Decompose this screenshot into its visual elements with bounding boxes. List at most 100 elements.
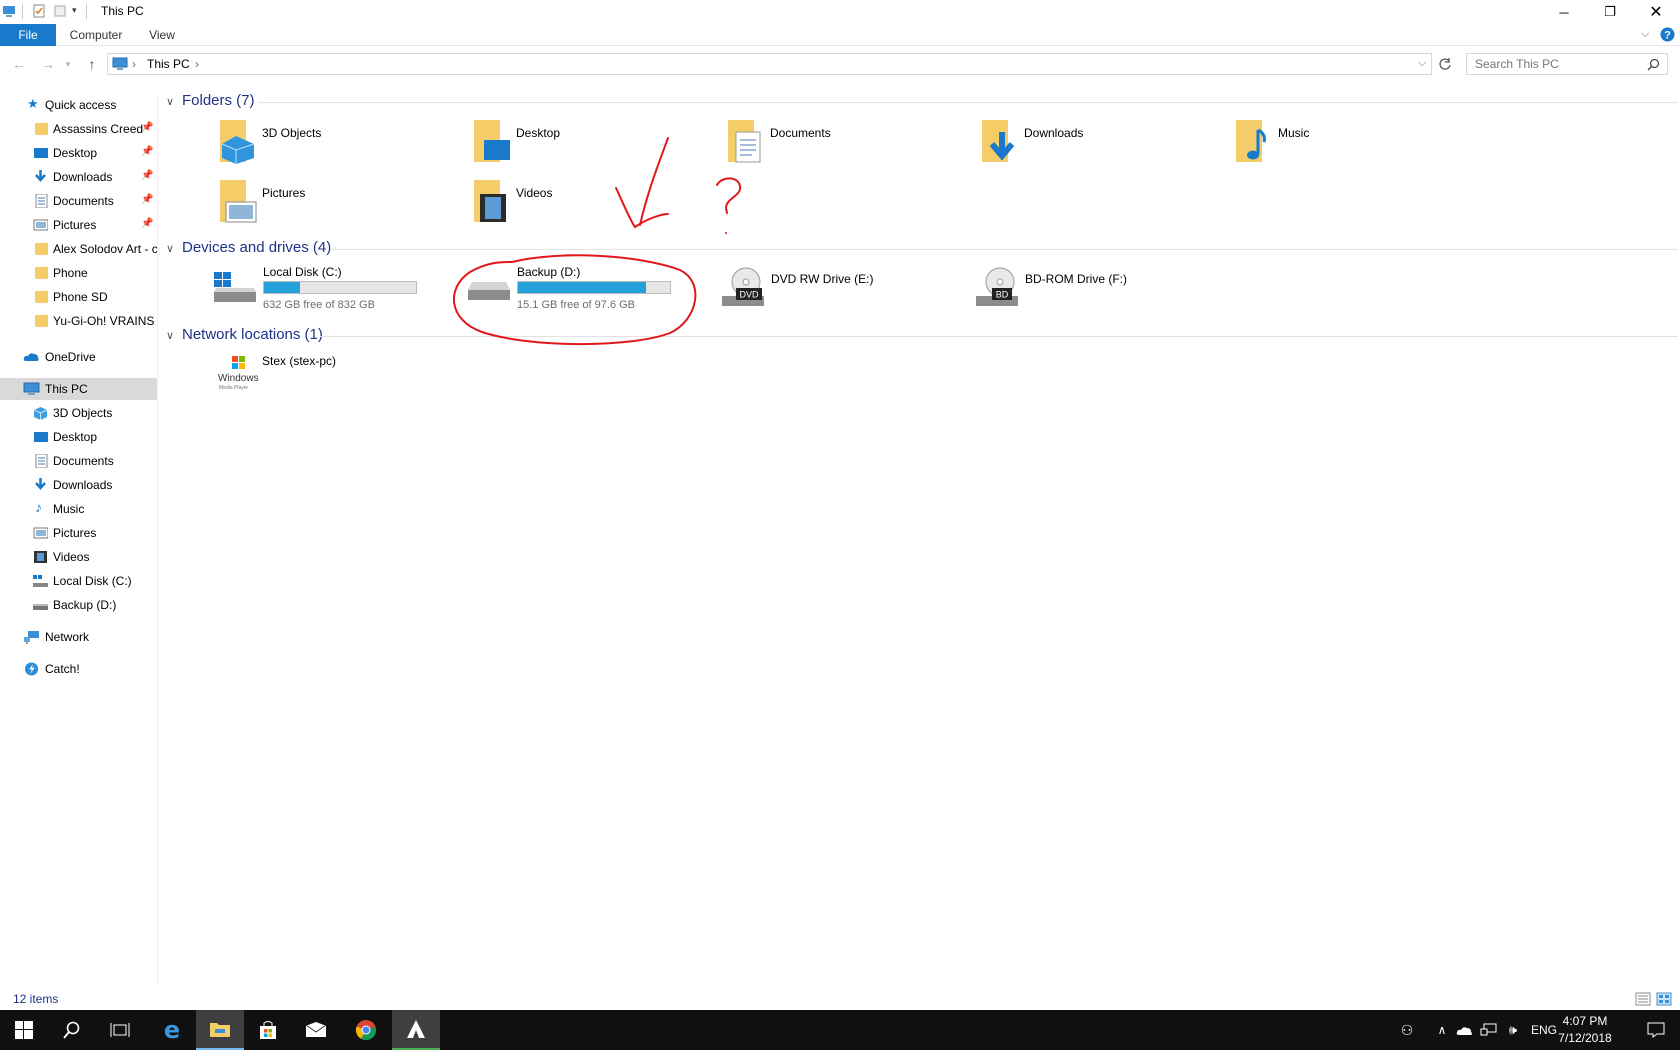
- network-tile-stex[interactable]: Windows Media Player Stex (stex-pc): [216, 354, 456, 406]
- nav-pc-desktop[interactable]: Desktop: [0, 426, 158, 448]
- nav-pc-pictures[interactable]: Pictures: [0, 522, 158, 544]
- folder-tile-3d-objects[interactable]: 3D Objects: [216, 118, 456, 170]
- address-dropdown-icon[interactable]: ⌵: [1418, 57, 1426, 70]
- nav-quick-item-documents[interactable]: Documents 📌: [0, 190, 158, 212]
- clock[interactable]: 4:07 PM 7/12/2018: [1549, 1013, 1621, 1047]
- minimize-button[interactable]: ─: [1541, 0, 1587, 24]
- close-button[interactable]: ✕: [1633, 0, 1679, 24]
- nav-pc-downloads[interactable]: Downloads: [0, 474, 158, 496]
- pin-icon[interactable]: 📌: [141, 218, 153, 229]
- bd-drive-icon: BD: [976, 267, 1018, 306]
- show-hidden-icons-button[interactable]: ∧: [1432, 1010, 1452, 1050]
- store-button[interactable]: [244, 1010, 292, 1050]
- breadcrumb-separator[interactable]: ›: [132, 57, 136, 71]
- section-divider: [330, 249, 1678, 250]
- expand-ribbon-icon[interactable]: ⌵: [1641, 28, 1649, 41]
- new-folder-icon[interactable]: [53, 4, 67, 18]
- back-button[interactable]: ←: [9, 54, 29, 74]
- nav-quick-item-yugioh[interactable]: Yu-Gi-Oh! VRAINS: [0, 310, 158, 332]
- details-view-icon[interactable]: [1635, 992, 1651, 1006]
- search-button[interactable]: [48, 1010, 96, 1050]
- chevron-down-icon: ∨: [166, 330, 175, 342]
- search-input[interactable]: [1467, 54, 1637, 74]
- pin-icon[interactable]: 📌: [141, 170, 153, 181]
- folder-tile-pictures[interactable]: Pictures: [216, 178, 456, 230]
- start-button[interactable]: [0, 1010, 48, 1050]
- nav-quick-item-phone-sd[interactable]: Phone SD: [0, 286, 158, 308]
- mail-button[interactable]: [292, 1010, 340, 1050]
- breadcrumb-separator[interactable]: ›: [195, 57, 199, 71]
- breadcrumb-this-pc[interactable]: This PC: [147, 57, 190, 71]
- tab-computer[interactable]: Computer: [62, 24, 130, 46]
- search-box[interactable]: [1466, 53, 1668, 75]
- nav-catch[interactable]: Catch!: [0, 658, 158, 680]
- this-pc-icon: [112, 57, 128, 70]
- folder-tile-videos[interactable]: Videos: [470, 178, 710, 230]
- large-icons-view-icon[interactable]: [1656, 992, 1672, 1006]
- section-header-devices[interactable]: ∨ Devices and drives (4): [166, 239, 331, 256]
- folder-tile-documents[interactable]: Documents: [724, 118, 964, 170]
- nav-this-pc[interactable]: This PC: [0, 378, 158, 400]
- nav-quick-item-phone[interactable]: Phone: [0, 262, 158, 284]
- network-tray-button[interactable]: [1478, 1010, 1500, 1050]
- section-header-folders[interactable]: ∨ Folders (7): [166, 92, 255, 109]
- edge-button[interactable]: e: [148, 1010, 196, 1050]
- nav-label: Catch!: [45, 662, 80, 676]
- address-bar[interactable]: › This PC › ⌵: [107, 53, 1432, 75]
- customize-quick-access-icon[interactable]: ▾: [72, 5, 77, 16]
- nav-label: Phone SD: [53, 290, 108, 304]
- nav-pc-backup[interactable]: Backup (D:): [0, 594, 158, 616]
- folder-tile-downloads[interactable]: Downloads: [978, 118, 1218, 170]
- folder-tile-desktop[interactable]: Desktop: [470, 118, 710, 170]
- onedrive-tray-button[interactable]: [1454, 1010, 1476, 1050]
- nav-pc-local-disk[interactable]: Local Disk (C:): [0, 570, 158, 592]
- drive-tile-backup-d[interactable]: Backup (D:) 15.1 GB free of 97.6 GB: [466, 265, 716, 318]
- nav-quick-item-downloads[interactable]: Downloads 📌: [0, 166, 158, 188]
- search-icon[interactable]: [1647, 58, 1660, 71]
- nav-label: Local Disk (C:): [53, 574, 132, 588]
- download-arrow-icon: [35, 170, 46, 182]
- properties-icon[interactable]: [32, 4, 46, 18]
- people-button[interactable]: ⚇: [1396, 1010, 1418, 1050]
- section-header-network[interactable]: ∨ Network locations (1): [166, 326, 323, 343]
- windows-logo-icon: [15, 1021, 33, 1039]
- nav-quick-item-desktop[interactable]: Desktop 📌: [0, 142, 158, 164]
- assassins-creed-button[interactable]: [392, 1010, 440, 1050]
- drive-tile-local-disk-c[interactable]: Local Disk (C:) 632 GB free of 832 GB: [212, 265, 462, 318]
- file-explorer-button[interactable]: [196, 1010, 244, 1050]
- nav-network[interactable]: Network: [0, 626, 158, 648]
- nav-onedrive[interactable]: OneDrive: [0, 346, 158, 368]
- action-center-button[interactable]: [1636, 1010, 1676, 1050]
- pin-icon[interactable]: 📌: [141, 146, 153, 157]
- pin-icon[interactable]: 📌: [141, 194, 153, 205]
- chrome-button[interactable]: [342, 1010, 390, 1050]
- drive-tile-dvd-rw-e[interactable]: DVD DVD RW Drive (E:): [720, 266, 970, 318]
- up-button[interactable]: ↑: [82, 54, 102, 74]
- nav-quick-access[interactable]: ★ Quick access: [0, 94, 158, 116]
- volume-button[interactable]: 🕪: [1502, 1010, 1524, 1050]
- nav-pc-3d-objects[interactable]: 3D Objects: [0, 402, 158, 424]
- videos-folder-icon: [474, 180, 506, 222]
- task-view-button[interactable]: [96, 1010, 144, 1050]
- nav-pc-documents[interactable]: Documents: [0, 450, 158, 472]
- nav-pc-music[interactable]: ♪ Music: [0, 498, 158, 520]
- mail-icon: [305, 1022, 327, 1037]
- restore-button[interactable]: ❐: [1587, 0, 1633, 24]
- help-icon[interactable]: ?: [1660, 27, 1675, 42]
- folder-tile-music[interactable]: Music: [1232, 118, 1472, 170]
- pin-icon[interactable]: 📌: [141, 122, 153, 133]
- tab-view[interactable]: View: [140, 24, 184, 46]
- tab-file[interactable]: File: [0, 24, 56, 46]
- forward-button[interactable]: →: [38, 54, 58, 74]
- assassins-creed-icon: [407, 1020, 425, 1038]
- music-folder-icon: [1236, 120, 1266, 162]
- drive-icon: [468, 282, 510, 300]
- nav-pc-videos[interactable]: Videos: [0, 546, 158, 568]
- nav-quick-item-alex-solodov[interactable]: Alex Solodov Art - c: [0, 238, 158, 260]
- recent-locations-button[interactable]: ▾: [62, 54, 74, 74]
- nav-quick-item-pictures[interactable]: Pictures 📌: [0, 214, 158, 236]
- refresh-icon[interactable]: [1437, 56, 1453, 72]
- nav-quick-item-assassins-creed[interactable]: Assassins Creed 📌: [0, 118, 158, 140]
- drive-usage-bar: [517, 281, 671, 294]
- drive-tile-bd-rom-f[interactable]: BD BD-ROM Drive (F:): [974, 266, 1224, 318]
